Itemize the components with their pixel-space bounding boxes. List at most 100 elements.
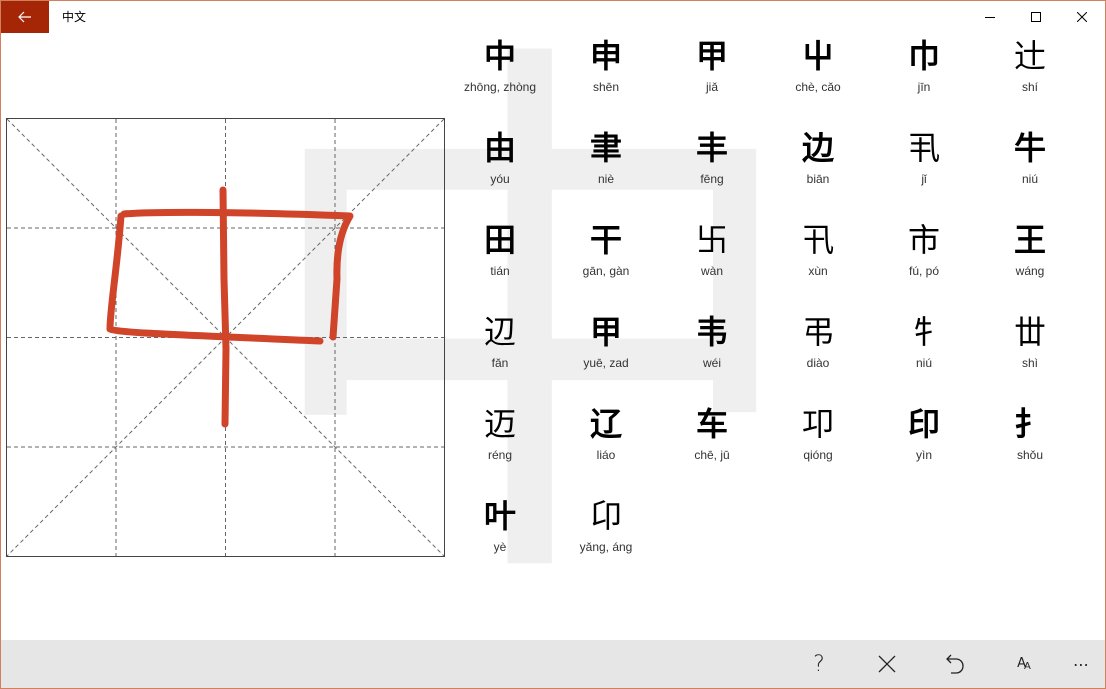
candidate-item[interactable]: 田 tián [447, 217, 553, 303]
candidate-item[interactable]: 边 biān [765, 125, 871, 211]
candidate-pinyin: yǎng, áng [579, 540, 633, 554]
candidate-character: 市 [907, 221, 940, 259]
back-button[interactable] [1, 1, 49, 33]
candidate-pinyin: shēn [592, 80, 620, 94]
candidate-character: 卭 [801, 405, 834, 443]
clear-icon [878, 655, 896, 673]
undo-button[interactable] [931, 640, 979, 688]
maximize-icon [1031, 12, 1041, 22]
candidate-pinyin: fú, pó [908, 264, 940, 278]
font-size-button[interactable]: AA [999, 640, 1047, 688]
candidate-pinyin: réng [487, 448, 513, 462]
close-icon [1077, 12, 1087, 22]
candidate-character: 辻 [1013, 37, 1046, 75]
candidate-character: 王 [1013, 221, 1046, 259]
candidate-character: 田 [483, 221, 516, 259]
candidate-character: 扌 [1013, 405, 1046, 443]
app-window: 中 中文 中 zhōng, zhòng 申 shēn 甲 jiǎ 屮 chè, … [0, 0, 1106, 689]
more-icon: ⋯ [1073, 654, 1089, 674]
candidate-character: 申 [589, 37, 622, 75]
handwriting-pad[interactable] [6, 118, 445, 557]
candidate-item[interactable]: 辽 liáo [553, 401, 659, 487]
candidate-item[interactable]: 叶 yè [447, 493, 553, 579]
candidate-item[interactable]: 辺 fǎn [447, 309, 553, 395]
candidate-pinyin: gān, gàn [582, 264, 630, 278]
candidate-item[interactable]: 弔 diào [765, 309, 871, 395]
candidate-item[interactable]: 车 chē, jū [659, 401, 765, 487]
candidate-pinyin: shǒu [1016, 448, 1044, 462]
candidate-item[interactable]: 卂 xùn [765, 217, 871, 303]
candidate-character: 叶 [483, 497, 516, 535]
candidate-item[interactable]: 卬 yǎng, áng [553, 493, 659, 579]
candidate-pinyin: chè, cǎo [795, 80, 841, 94]
candidate-character: 牛 [1013, 129, 1046, 167]
candidate-pinyin: wáng [1015, 264, 1045, 278]
candidate-character: 甲 [589, 313, 622, 351]
candidate-pinyin: wàn [700, 264, 723, 278]
candidate-item[interactable]: 牛 niú [977, 125, 1083, 211]
candidate-character: 丰 [695, 129, 728, 167]
candidate-item[interactable]: 甲 jiǎ [659, 33, 765, 119]
candidate-character: 印 [907, 405, 940, 443]
candidate-item[interactable]: 韦 wéi [659, 309, 765, 395]
candidate-character: 辽 [589, 405, 622, 443]
candidate-item[interactable]: 甲 yuē, zad [553, 309, 659, 395]
help-button[interactable]: ? [795, 640, 843, 688]
candidate-pinyin: yìn [915, 448, 932, 462]
candidate-pinyin: zhōng, zhòng [463, 80, 537, 94]
candidate-pinyin: niú [915, 356, 932, 370]
candidate-character: 甲 [695, 37, 728, 75]
candidate-item[interactable]: 干 gān, gàn [553, 217, 659, 303]
candidate-pinyin: biān [806, 172, 830, 186]
candidate-character: 卬 [589, 497, 622, 535]
candidate-item[interactable]: 迈 réng [447, 401, 553, 487]
window-title: 中文 [62, 10, 87, 24]
candidate-item[interactable]: 巾 jīn [871, 33, 977, 119]
candidate-character: 弔 [801, 313, 834, 351]
maximize-button[interactable] [1013, 1, 1059, 33]
back-arrow-icon [18, 11, 31, 23]
candidate-item[interactable]: 印 yìn [871, 401, 977, 487]
candidate-pinyin: jīn [917, 80, 931, 94]
clear-button[interactable] [863, 640, 911, 688]
font-size-icon: AA [1017, 656, 1031, 672]
minimize-button[interactable] [967, 1, 1013, 33]
candidate-pinyin: wéi [702, 356, 721, 370]
close-button[interactable] [1059, 1, 1105, 33]
candidate-pinyin: shí [1021, 80, 1038, 94]
more-button[interactable]: ⋯ [1057, 640, 1105, 688]
candidate-pinyin: tián [490, 264, 510, 278]
candidate-item[interactable]: 牜 niú [871, 309, 977, 395]
candidate-item[interactable]: 扌 shǒu [977, 401, 1083, 487]
candidate-item[interactable]: 辻 shí [977, 33, 1083, 119]
candidate-character: 由 [483, 129, 516, 167]
candidate-item[interactable]: 卭 qióng [765, 401, 871, 487]
candidate-item[interactable]: 王 wáng [977, 217, 1083, 303]
candidate-pinyin: liáo [596, 448, 616, 462]
candidate-character: 干 [589, 221, 622, 259]
candidate-character: 丗 [1013, 313, 1046, 351]
candidate-item[interactable]: 丮 jǐ [871, 125, 977, 211]
candidate-character: 卐 [695, 221, 728, 259]
candidate-pinyin: diào [806, 356, 830, 370]
minimize-icon [985, 17, 995, 18]
candidate-pinyin: shì [1021, 356, 1038, 370]
candidate-item[interactable]: 丰 fēng [659, 125, 765, 211]
candidate-character: 丮 [907, 129, 940, 167]
candidate-character: 中 [483, 37, 516, 75]
candidate-character: 边 [801, 129, 834, 167]
candidate-item[interactable]: 申 shēn [553, 33, 659, 119]
candidate-character: 聿 [589, 129, 622, 167]
candidate-item[interactable]: 卐 wàn [659, 217, 765, 303]
candidate-pinyin: qióng [803, 448, 833, 462]
candidate-pinyin: niú [1021, 172, 1038, 186]
candidate-item[interactable]: 市 fú, pó [871, 217, 977, 303]
candidate-character: 韦 [695, 313, 728, 351]
candidate-character: 车 [695, 405, 728, 443]
candidate-item[interactable]: 中 zhōng, zhòng [447, 33, 553, 119]
candidate-item[interactable]: 由 yóu [447, 125, 553, 211]
candidate-pinyin: xùn [808, 264, 828, 278]
candidate-item[interactable]: 丗 shì [977, 309, 1083, 395]
candidate-item[interactable]: 屮 chè, cǎo [765, 33, 871, 119]
candidate-item[interactable]: 聿 niè [553, 125, 659, 211]
